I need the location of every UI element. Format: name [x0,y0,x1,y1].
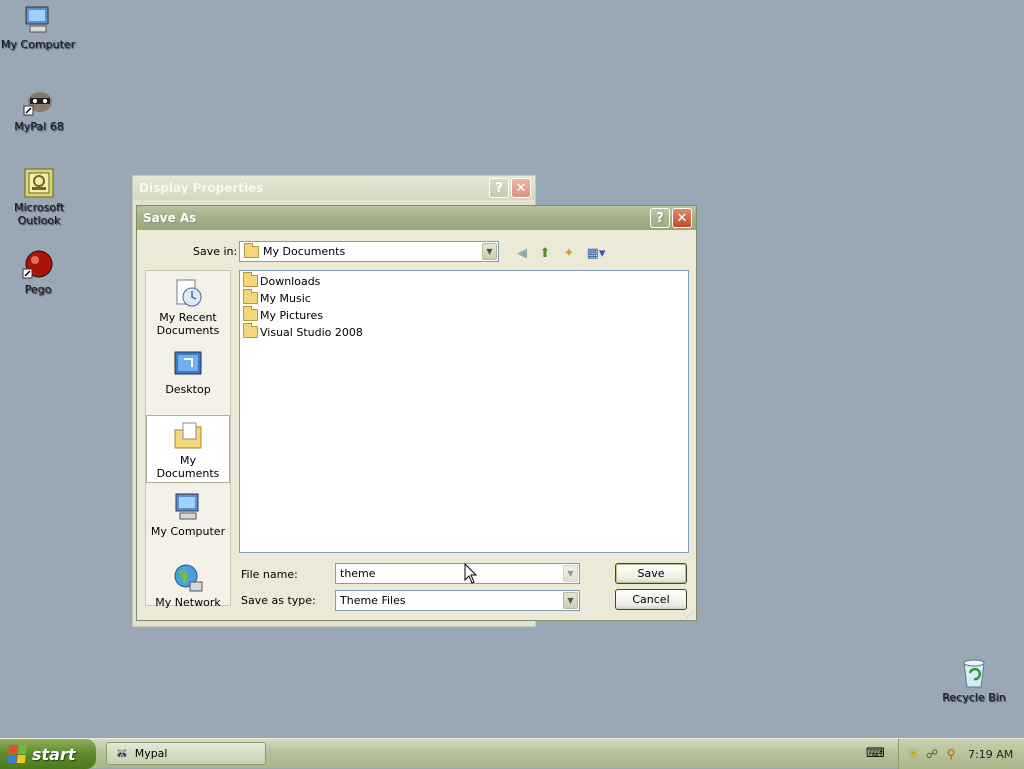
place-label: My Network [155,596,221,609]
close-icon: ✕ [515,180,527,196]
help-icon: ? [656,210,664,226]
list-item[interactable]: Visual Studio 2008 [243,323,363,340]
network-icon[interactable]: ☍ [924,746,940,762]
task-label: Mypal [134,747,168,760]
my-documents-icon [172,420,204,452]
close-button[interactable]: ✕ [511,178,531,198]
desktop-icon-outlook[interactable]: Microsoft Outlook [1,167,77,227]
system-tray: ⛨ ☍ ⚲ 7:19 AM [898,739,1024,769]
place-my-network[interactable]: My Network [146,558,230,609]
start-label: start [32,744,76,764]
save-button[interactable]: Save [615,563,687,584]
back-icon[interactable]: ◀ [513,244,531,262]
my-documents-icon [244,242,259,258]
chevron-down-icon[interactable]: ▼ [482,243,497,260]
folder-icon [243,323,258,338]
close-button[interactable]: ✕ [672,208,692,228]
save-as-type-combo[interactable]: Theme Files ▼ [335,590,580,611]
my-computer-icon [22,4,54,36]
file-name-value: theme [340,567,376,580]
help-icon: ? [495,180,503,196]
recycle-bin-icon [958,657,990,689]
mouse-cursor-icon [464,563,478,584]
resize-grip-icon[interactable]: ⋰ [686,610,694,619]
pego-icon [22,249,54,281]
window-title: Save As [143,211,197,225]
place-label: My Documents [156,454,220,480]
help-button[interactable]: ? [650,208,670,228]
help-button[interactable]: ? [489,178,509,198]
place-my-documents[interactable]: My Documents [146,415,230,483]
mypal-icon: 🦝 [115,747,129,760]
place-label: Desktop [165,383,211,396]
desktop-icon-label: Recycle Bin [942,691,1006,704]
save-as-dialog: Save As ? ✕ Save in: My Documents ▼ ◀ ⬆ … [136,205,697,621]
keyboard-icon[interactable]: ⌨ [866,746,885,761]
file-name-field[interactable]: theme ▼ [335,563,580,584]
chevron-down-icon[interactable]: ▼ [563,592,578,609]
desktop-icon-label: Microsoft Outlook [13,201,65,227]
file-name: My Music [260,291,311,305]
save-in-label: Save in: [193,245,238,258]
file-name: My Pictures [260,308,324,322]
folder-icon [243,272,258,287]
window-title: Display Properties [139,181,264,195]
file-name: Downloads [260,274,321,288]
security-shield-icon[interactable]: ⛨ [905,746,921,762]
places-bar: My Recent Documents Desktop My Documents… [145,270,231,609]
start-button[interactable]: start [0,739,96,769]
clock[interactable]: 7:19 AM [968,748,1013,761]
cancel-button[interactable]: Cancel [615,589,687,610]
list-item[interactable]: My Pictures [243,306,324,323]
desktop-icon-my-computer[interactable]: My Computer [0,4,76,51]
pictures-folder-icon [243,306,258,321]
desktop-icon-pego[interactable]: Pego [0,249,76,296]
desktop-icon-label: My Computer [0,38,76,51]
new-folder-icon[interactable]: ✦ [560,244,578,262]
save-in-combo[interactable]: My Documents ▼ [239,241,499,262]
display-properties-titlebar[interactable]: Display Properties ? ✕ [133,176,535,200]
mypal-icon [23,86,55,118]
file-list[interactable]: Downloads My Music My Pictures Visual St… [239,270,689,553]
view-menu-icon[interactable]: ▦▾ [584,244,608,262]
taskbar-item-mypal[interactable]: 🦝 Mypal [106,742,266,765]
up-folder-icon[interactable]: ⬆ [536,244,554,262]
place-label: My Recent Documents [156,311,220,337]
outlook-icon [23,167,55,199]
chevron-down-icon[interactable]: ▼ [563,565,578,582]
save-as-titlebar[interactable]: Save As ? ✕ [137,206,696,230]
save-as-type-label: Save as type: [241,594,316,607]
list-item[interactable]: Downloads [243,272,321,289]
save-in-value: My Documents [263,245,346,258]
music-folder-icon [243,289,258,304]
taskbar: start 🦝 Mypal ⌨ ⛨ ☍ ⚲ 7:19 AM [0,738,1024,769]
search-icon[interactable]: ⚲ [943,746,959,762]
windows-flag-icon [6,745,28,763]
close-icon: ✕ [676,210,688,226]
desktop-icon-label: Pego [24,283,52,296]
file-name-label: File name: [241,568,298,581]
desktop-icon-label: MyPal 68 [14,120,64,133]
recent-documents-icon [172,277,204,309]
place-my-recent-documents[interactable]: My Recent Documents [146,273,230,337]
desktop-icon-recycle-bin[interactable]: Recycle Bin [936,657,1012,704]
save-as-type-value: Theme Files [340,594,406,607]
place-desktop[interactable]: Desktop [146,345,230,396]
desktop-icon-mypal[interactable]: MyPal 68 [1,86,77,133]
list-item[interactable]: My Music [243,289,311,306]
my-computer-icon [172,491,204,523]
place-label: My Computer [150,525,226,538]
desktop-icon [172,349,204,381]
place-my-computer[interactable]: My Computer [146,487,230,538]
file-name: Visual Studio 2008 [260,325,363,339]
network-globe-icon [172,562,204,594]
